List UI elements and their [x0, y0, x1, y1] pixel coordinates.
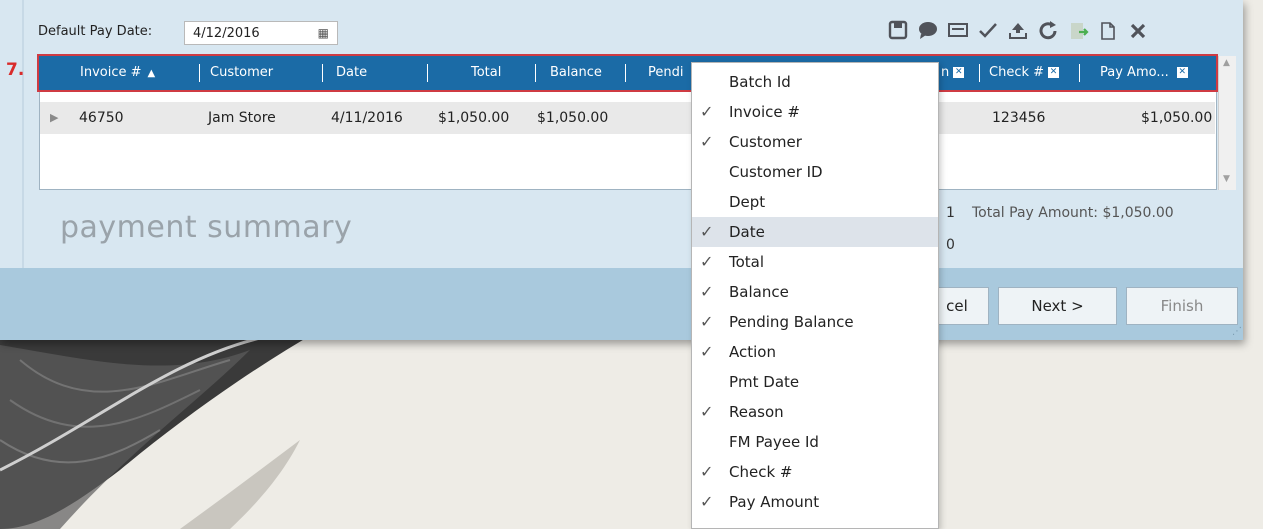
menu-item[interactable]: ✓ Check # — [692, 457, 938, 487]
column-chooser-menu: Batch Id ✓ Invoice # ✓ Customer Customer ID De… — [691, 62, 939, 529]
checkmark-icon: ✓ — [700, 282, 714, 301]
payment-dialog: Default Pay Date: 4/12/2016 ▦ 7. Invoice… — [0, 0, 1243, 340]
menu-item[interactable]: ✓ Customer — [692, 127, 938, 157]
menu-item[interactable]: ✓ Balance — [692, 277, 938, 307]
cell-date: 4/11/2016 — [331, 110, 403, 126]
menu-item[interactable]: ✓ Reason — [692, 397, 938, 427]
cell-customer: Jam Store — [208, 110, 276, 126]
cell-balance: $1,050.00 — [537, 110, 609, 126]
expand-row-icon[interactable]: ▶ — [50, 102, 58, 134]
menu-item-label: Balance — [729, 283, 789, 301]
cell-total: $1,050.00 — [438, 110, 510, 126]
menu-item[interactable]: ✓ Pending Balance — [692, 307, 938, 337]
cell-check: 123456 — [992, 110, 1046, 126]
menu-item-label: FM Payee Id — [729, 433, 819, 451]
menu-item-label: Date — [729, 223, 765, 241]
default-pay-date-input[interactable]: 4/12/2016 ▦ — [184, 21, 338, 45]
menu-item-label: Pay Amount — [729, 493, 820, 511]
check-icon[interactable] — [975, 20, 1001, 46]
menu-item[interactable]: ✓ Pay Amount — [692, 487, 938, 517]
step-annotation: 7. — [6, 60, 25, 80]
default-pay-date-value: 4/12/2016 — [193, 26, 260, 41]
menu-item-label: Batch Id — [729, 73, 791, 91]
next-button[interactable]: Next > — [998, 287, 1117, 325]
refresh-icon[interactable] — [1035, 20, 1061, 46]
checkmark-icon: ✓ — [700, 252, 714, 271]
cell-invoice: 46750 — [79, 110, 124, 126]
menu-item[interactable]: FM Payee Id — [692, 427, 938, 457]
comment-icon[interactable] — [915, 20, 941, 46]
checkmark-icon: ✓ — [700, 402, 714, 421]
checkmark-icon: ✓ — [700, 462, 714, 481]
checkmark-icon: ✓ — [700, 492, 714, 511]
finish-button[interactable]: Finish — [1126, 287, 1238, 325]
menu-item-label: Customer ID — [729, 163, 823, 181]
close-icon[interactable] — [1125, 20, 1151, 46]
menu-item[interactable]: Dept — [692, 187, 938, 217]
save-icon[interactable] — [885, 20, 911, 46]
dialog-left-divider — [22, 0, 24, 268]
checkmark-icon: ✓ — [700, 132, 714, 151]
summary-count-secondary: 0 — [946, 237, 955, 253]
menu-item[interactable]: ✓ Date — [692, 217, 938, 247]
summary-count: 1 — [946, 205, 955, 221]
menu-item[interactable]: ✓ Action — [692, 337, 938, 367]
grid-scrollbar[interactable]: ▲ ▼ — [1218, 56, 1236, 190]
checkmark-icon: ✓ — [700, 342, 714, 361]
menu-item[interactable]: ✓ Total — [692, 247, 938, 277]
copy-icon[interactable] — [1095, 20, 1121, 46]
menu-item-label: Invoice # — [729, 103, 800, 121]
menu-item-label: Pending Balance — [729, 313, 854, 331]
menu-item-label: Pmt Date — [729, 373, 800, 391]
menu-item-label: Customer — [729, 133, 802, 151]
resize-grip-icon[interactable]: ⋰ — [1232, 326, 1242, 337]
export-icon[interactable] — [1065, 20, 1091, 46]
cell-pay-amount: $1,050.00 — [1141, 110, 1213, 126]
menu-item-label: Check # — [729, 463, 793, 481]
checkmark-icon: ✓ — [700, 102, 714, 121]
upload-icon[interactable] — [1005, 20, 1031, 46]
scroll-down-icon[interactable]: ▼ — [1223, 174, 1230, 184]
menu-item-label: Dept — [729, 193, 766, 211]
checkmark-icon: ✓ — [700, 222, 714, 241]
card-icon[interactable] — [945, 20, 971, 46]
menu-item[interactable]: Customer ID — [692, 157, 938, 187]
menu-item[interactable]: Batch Id — [692, 67, 938, 97]
menu-item-label: Action — [729, 343, 776, 361]
scroll-up-icon[interactable]: ▲ — [1223, 58, 1230, 68]
menu-item-label: Total — [729, 253, 765, 271]
table-row[interactable]: ▶ 46750 Jam Store 4/11/2016 $1,050.00 $1… — [40, 102, 1215, 134]
total-pay-amount: Total Pay Amount: $1,050.00 — [972, 205, 1174, 221]
calendar-icon[interactable]: ▦ — [318, 26, 329, 40]
default-pay-date-label: Default Pay Date: — [38, 24, 153, 39]
menu-item[interactable]: ✓ Invoice # — [692, 97, 938, 127]
highlighted-header-outline — [37, 54, 1218, 92]
menu-item-label: Reason — [729, 403, 784, 421]
checkmark-icon: ✓ — [700, 312, 714, 331]
payment-summary-title: payment summary — [60, 210, 353, 245]
menu-item[interactable]: Pmt Date — [692, 367, 938, 397]
